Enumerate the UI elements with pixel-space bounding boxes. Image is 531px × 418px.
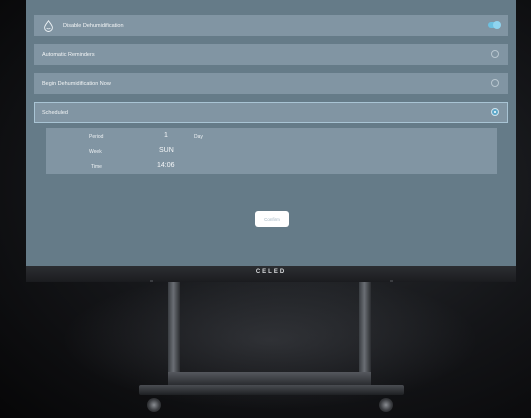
week-value[interactable]: SUN — [159, 147, 174, 154]
screen: Disable Dehumidification Automatic Remin… — [26, 0, 516, 266]
stand-crossbar — [168, 372, 371, 385]
period-unit: Day — [194, 134, 203, 140]
period-label: Period — [89, 134, 104, 140]
time-label: Time — [91, 164, 102, 170]
option-begin-dehumidification-now[interactable]: Begin Dehumidification Now — [34, 73, 508, 94]
disable-dehumidification-row[interactable]: Disable Dehumidification — [34, 15, 508, 36]
caster-wheel-right — [379, 398, 393, 412]
option-radio-selected[interactable] — [491, 108, 499, 116]
option-label: Begin Dehumidification Now — [42, 80, 111, 87]
option-scheduled[interactable]: Scheduled — [34, 102, 508, 123]
option-label: Automatic Reminders — [42, 51, 95, 58]
chin-indicator-right — [390, 280, 393, 282]
confirm-button[interactable]: Confirm — [255, 211, 289, 227]
time-value[interactable]: 14:06 — [157, 162, 175, 169]
option-radio[interactable] — [491, 50, 499, 58]
water-drop-icon — [44, 19, 53, 32]
period-value[interactable]: 1 — [164, 132, 168, 139]
caster-wheel-left — [147, 398, 161, 412]
chin-indicator-left — [150, 280, 153, 282]
stand-base — [139, 385, 404, 395]
disable-dehumidification-toggle[interactable] — [488, 21, 501, 29]
disable-dehumidification-label: Disable Dehumidification — [63, 22, 124, 29]
monitor-chin: CELED — [26, 266, 516, 282]
option-label: Scheduled — [42, 109, 68, 116]
brand-logo: CELED — [255, 269, 287, 275]
option-radio[interactable] — [491, 79, 499, 87]
option-automatic-reminders[interactable]: Automatic Reminders — [34, 44, 508, 65]
schedule-panel: Period 1 Day Week SUN Time 14:06 — [46, 128, 497, 174]
week-label: Week — [89, 149, 102, 155]
